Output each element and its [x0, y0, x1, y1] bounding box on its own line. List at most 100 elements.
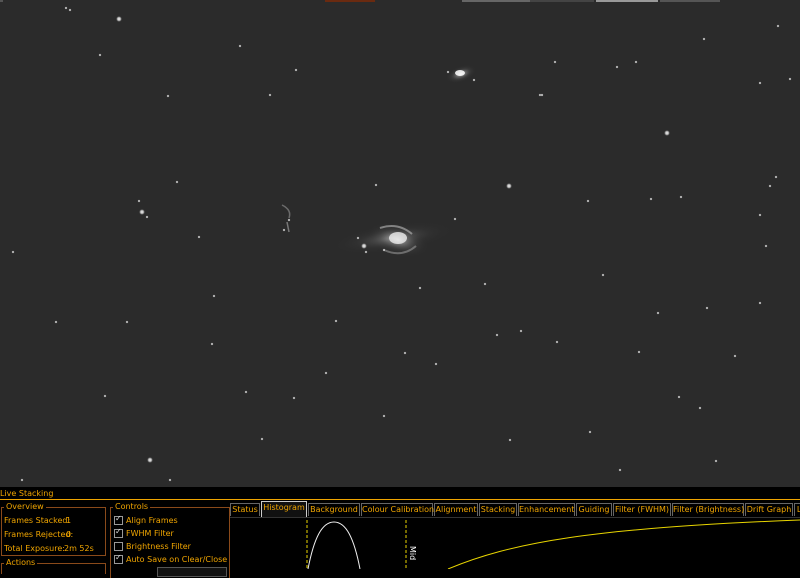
star	[434, 362, 438, 366]
star	[292, 396, 296, 400]
star	[677, 395, 681, 399]
star	[540, 93, 544, 97]
star	[145, 215, 149, 219]
mid-label: Mid	[408, 546, 417, 560]
star	[166, 94, 170, 98]
star	[54, 320, 58, 324]
star	[634, 60, 638, 64]
star	[586, 199, 590, 203]
tab-guiding[interactable]: Guiding	[576, 503, 612, 516]
star	[764, 244, 768, 248]
star	[360, 242, 368, 250]
star	[125, 320, 129, 324]
galaxy-main	[331, 221, 455, 258]
total-exposure-label: Total Exposure:	[4, 544, 65, 553]
star	[505, 182, 513, 190]
tab-colour-calibration[interactable]: Colour Calibration	[361, 503, 434, 516]
star	[495, 333, 499, 337]
star	[146, 456, 154, 464]
star	[483, 282, 487, 286]
star	[553, 60, 557, 64]
star	[168, 478, 172, 482]
star	[758, 81, 762, 85]
actions-group: Actions	[1, 558, 106, 574]
stacked-image-view[interactable]	[0, 0, 800, 487]
star	[68, 8, 72, 12]
tab-histogram[interactable]: Histogram	[261, 501, 307, 517]
tab-background[interactable]: Background	[308, 503, 360, 516]
star	[663, 129, 671, 137]
star	[115, 15, 123, 23]
star	[702, 37, 706, 41]
star	[472, 78, 476, 82]
star	[98, 53, 102, 57]
star	[20, 478, 24, 482]
star	[733, 354, 737, 358]
align-frames-label[interactable]: Align Frames	[126, 516, 178, 525]
stretch-curve	[447, 519, 800, 570]
tab-filter-brightness[interactable]: Filter (Brightness)	[672, 503, 744, 516]
panel-divider	[0, 499, 800, 500]
controls-group: Controls Align Frames FWHM Filter Bright…	[110, 502, 230, 578]
star	[212, 294, 216, 298]
histogram-curve	[307, 521, 361, 570]
star	[508, 438, 512, 442]
star	[137, 199, 141, 203]
star	[197, 235, 201, 239]
star-field	[11, 6, 792, 482]
total-exposure-value: 2m 52s	[64, 544, 94, 553]
tab-stacking[interactable]: Stacking	[479, 503, 517, 516]
star	[788, 77, 792, 81]
star	[418, 286, 422, 290]
tab-log[interactable]: Log	[794, 503, 800, 516]
star	[324, 371, 328, 375]
star	[555, 340, 559, 344]
actions-label: Actions	[4, 558, 38, 567]
auto-save-label[interactable]: Auto Save on Clear/Close	[126, 555, 227, 564]
star	[374, 183, 378, 187]
star	[138, 208, 146, 216]
star	[679, 195, 683, 199]
star	[382, 248, 386, 252]
histogram-view[interactable]: Mid	[230, 517, 800, 570]
star	[334, 319, 338, 323]
panel-title: Live Stacking	[0, 489, 54, 498]
align-frames-checkbox[interactable]	[114, 514, 123, 525]
tab-enhancement[interactable]: Enhancement	[518, 503, 575, 516]
brightness-filter-checkbox[interactable]	[114, 542, 123, 551]
star	[758, 301, 762, 305]
frames-stacked-value: 1	[66, 516, 72, 525]
star	[382, 414, 386, 418]
histogram-graph: Mid	[306, 519, 800, 570]
frames-rejected-label: Frames Rejected:	[4, 530, 74, 539]
star	[453, 217, 457, 221]
live-stacking-panel: Live Stacking Overview Frames Stacked: 1…	[0, 487, 800, 578]
star	[588, 430, 592, 434]
star	[649, 197, 653, 201]
star	[768, 184, 772, 188]
star	[356, 236, 360, 240]
star	[238, 44, 242, 48]
tab-alignment[interactable]: Alignment	[434, 503, 478, 516]
star	[698, 406, 702, 410]
star	[364, 250, 368, 254]
controls-button[interactable]	[157, 567, 227, 577]
star	[705, 306, 709, 310]
star	[615, 65, 619, 69]
star	[637, 350, 641, 354]
tab-drift-graph[interactable]: Drift Graph	[745, 503, 793, 516]
auto-save-checkbox[interactable]	[114, 553, 123, 564]
frames-stacked-label: Frames Stacked:	[4, 516, 71, 525]
fwhm-filter-label[interactable]: FWHM Filter	[126, 529, 174, 538]
tab-status[interactable]: Status	[230, 503, 260, 516]
star	[175, 180, 179, 184]
star	[11, 250, 15, 254]
star	[103, 394, 107, 398]
overview-label: Overview	[4, 502, 46, 511]
star	[403, 351, 407, 355]
star	[282, 228, 286, 232]
frames-rejected-value: 0	[66, 530, 72, 539]
tab-filter-fwhm[interactable]: Filter (FWHM)	[613, 503, 671, 516]
brightness-filter-label[interactable]: Brightness Filter	[126, 542, 191, 551]
fwhm-filter-checkbox[interactable]	[114, 527, 123, 538]
